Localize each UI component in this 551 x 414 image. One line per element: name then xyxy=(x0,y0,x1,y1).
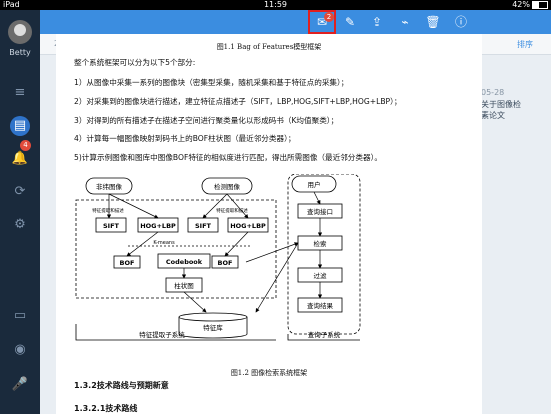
diagram-detect: 检测图像 xyxy=(214,182,241,191)
documents-icon[interactable]: ▤ xyxy=(10,116,30,136)
list-item-title-1[interactable]: 关于图像检 xyxy=(481,100,549,110)
status-bar: iPad 11:59 42% xyxy=(0,0,551,10)
diagram-filter: 过滤 xyxy=(314,271,328,280)
edit-icon[interactable]: ✎ xyxy=(341,13,359,31)
diagram-bof-2: BOF xyxy=(218,259,233,267)
system-diagram: 非纬图像 检测图像 用户 特征提取和描述 特征提取和描述 SIFT HOG+LB… xyxy=(75,174,361,341)
battery-icon xyxy=(532,0,548,9)
diagram-search: 检索 xyxy=(314,239,328,248)
diagram-db: 特征库 xyxy=(203,323,223,332)
microphone-icon[interactable]: 🎤 xyxy=(10,375,30,395)
camera-icon[interactable]: ◉ xyxy=(10,340,30,360)
clipboard-icon[interactable]: ▭ xyxy=(10,306,30,326)
step-1: 1）从图像中采集一系列的图像块（密集型采集，随机采集和基于特征点的采集）； xyxy=(74,78,349,87)
notifications-icon[interactable]: 🔔 xyxy=(10,149,30,169)
battery-percent: 42% xyxy=(512,0,530,9)
attach-icon[interactable]: ⌁ xyxy=(396,13,414,31)
figure-caption-1: 图1.1 Bag of Features模型框架 xyxy=(216,43,322,51)
diagram-sift-1: SIFT xyxy=(103,222,120,230)
subsection-heading: 1.3.2.1技术路线 xyxy=(74,404,138,413)
share-icon[interactable]: ⇪ xyxy=(368,13,386,31)
step-5: 5)计算示例图像和图库中图像BOF特征的相似度进行匹配，得出所需图像（最近邻分类… xyxy=(74,153,382,162)
diagram-sub1: 特征提取子系统 xyxy=(139,330,185,339)
menu-icon[interactable]: ≡ xyxy=(10,83,30,103)
battery-indicator: 42% xyxy=(512,0,548,10)
sort-button[interactable]: 排序 xyxy=(517,39,533,50)
diagram-codebook: Codebook xyxy=(166,258,203,266)
diagram-hist: 柱状图 xyxy=(174,281,194,290)
sidebar: Betty ≡ ▤ 🔔 4 ⟳ ⚙ ▭ ◉ 🎤 xyxy=(0,10,40,414)
list-item-date: 05-28 xyxy=(481,88,505,97)
settings-icon[interactable]: ⚙ xyxy=(10,215,30,235)
trash-icon[interactable]: 🗑 xyxy=(424,13,442,31)
diagram-feat-1: 特征提取和描述 xyxy=(92,207,124,214)
inbox-badge: 2 xyxy=(324,12,334,22)
diagram-user: 用户 xyxy=(308,180,321,189)
notification-badge: 4 xyxy=(20,140,31,151)
diagram-result: 查询结果 xyxy=(307,301,334,310)
diagram-nontrain: 非纬图像 xyxy=(96,182,123,191)
info-icon[interactable]: ⓘ xyxy=(452,13,470,31)
sync-icon[interactable]: ⟳ xyxy=(10,182,30,202)
figure-caption-2: 图1.2 图像检索系统框架 xyxy=(230,369,308,377)
diagram-hog-2: HOG+LBP xyxy=(230,222,266,230)
diagram-sub2: 查询子系统 xyxy=(308,330,341,339)
step-4: 4）计算每一幅图像映射到码书上的BOF柱状图（最近邻分类器）； xyxy=(74,134,296,143)
list-item-title-2[interactable]: 素论文 xyxy=(481,111,549,121)
document-toolbar: ✉ 2 ✎ ⇪ ⌁ 🗑 ⓘ xyxy=(56,10,482,34)
step-3: 3）对得到的所有描述子在描述子空间进行聚类量化以形成码书（K均值聚类）； xyxy=(74,116,339,125)
user-name: Betty xyxy=(9,48,31,57)
diagram-sift-2: SIFT xyxy=(195,222,212,230)
diagram-kmeans: K-means xyxy=(153,240,175,246)
diagram-query-if: 查询接口 xyxy=(307,207,333,216)
diagram-feat-2: 特征提取和描述 xyxy=(216,207,248,214)
step-2: 2）对采集到的图像块进行描述，建立特征点描述子（SIFT，LBP,HOG,SIF… xyxy=(74,97,402,106)
document-page: 图1.1 Bag of Features模型框架 整个系统框架可以分为以下5个部… xyxy=(56,34,482,414)
intro-text: 整个系统框架可以分为以下5个部分: xyxy=(74,58,196,67)
diagram-hog-1: HOG+LBP xyxy=(140,222,176,230)
diagram-bof-1: BOF xyxy=(120,259,135,267)
section-heading: 1.3.2技术路线与预期新意 xyxy=(74,381,169,390)
clock: 11:59 xyxy=(263,0,288,9)
avatar[interactable] xyxy=(8,20,32,44)
